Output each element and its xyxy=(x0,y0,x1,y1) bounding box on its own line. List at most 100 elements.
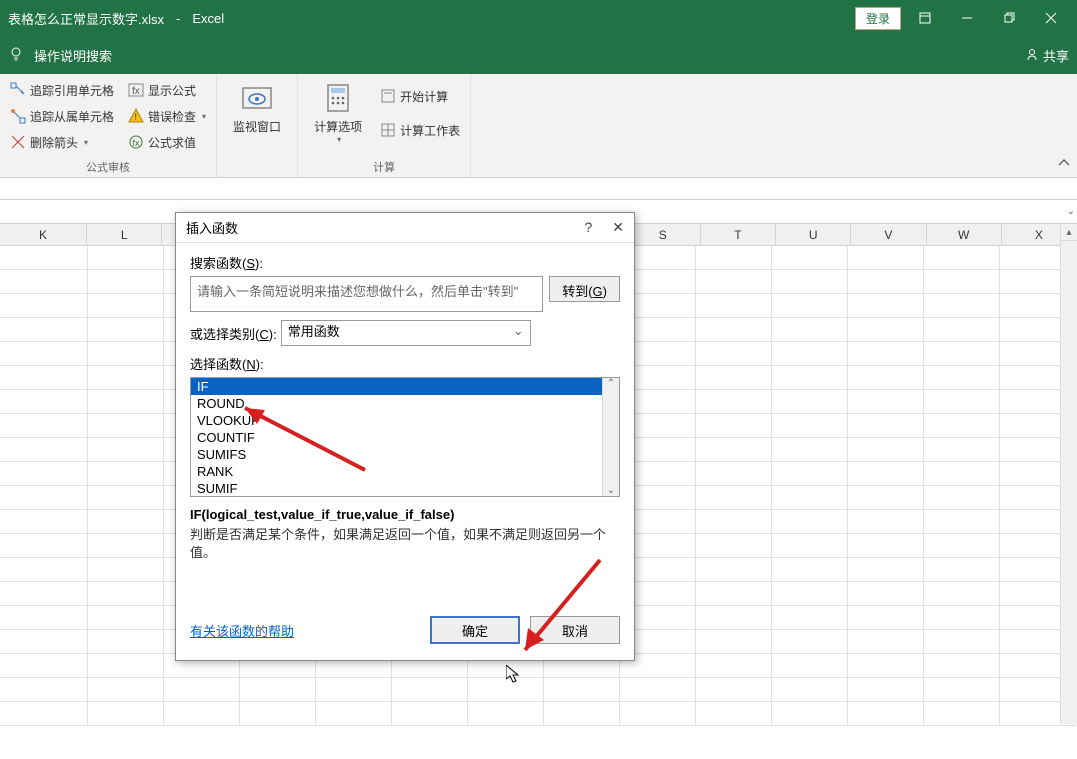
cell[interactable] xyxy=(696,294,772,318)
column-header[interactable]: K xyxy=(0,224,87,245)
cell[interactable] xyxy=(772,270,848,294)
cell[interactable] xyxy=(848,462,924,486)
function-listbox[interactable]: IF ROUND VLOOKUP COUNTIF SUMIFS RANK SUM… xyxy=(190,377,620,497)
error-checking-button[interactable]: ! 错误检查 ▾ xyxy=(124,104,210,128)
cell[interactable] xyxy=(924,702,1000,726)
cell[interactable] xyxy=(696,318,772,342)
cell[interactable] xyxy=(848,678,924,702)
cell[interactable] xyxy=(772,486,848,510)
cell[interactable] xyxy=(88,246,164,270)
cell[interactable] xyxy=(544,702,620,726)
cell[interactable] xyxy=(924,678,1000,702)
cell[interactable] xyxy=(848,438,924,462)
cell[interactable] xyxy=(924,414,1000,438)
cell[interactable] xyxy=(0,390,88,414)
cell[interactable] xyxy=(240,702,316,726)
cell[interactable] xyxy=(924,558,1000,582)
cell[interactable] xyxy=(88,702,164,726)
cell[interactable] xyxy=(0,678,88,702)
cell[interactable] xyxy=(88,318,164,342)
cell[interactable] xyxy=(848,342,924,366)
cell[interactable] xyxy=(696,246,772,270)
search-function-input[interactable]: 请输入一条简短说明来描述您想做什么，然后单击"转到" xyxy=(190,276,543,312)
cell[interactable] xyxy=(772,414,848,438)
cell[interactable] xyxy=(848,702,924,726)
login-button[interactable]: 登录 xyxy=(855,7,901,30)
cell[interactable] xyxy=(88,390,164,414)
cell[interactable] xyxy=(924,486,1000,510)
category-select[interactable]: 常用函数 xyxy=(281,320,531,346)
cell[interactable] xyxy=(696,438,772,462)
cell[interactable] xyxy=(924,270,1000,294)
cell[interactable] xyxy=(0,654,88,678)
cell[interactable] xyxy=(848,654,924,678)
cell[interactable] xyxy=(772,510,848,534)
cell[interactable] xyxy=(924,654,1000,678)
cell[interactable] xyxy=(0,342,88,366)
vertical-scrollbar[interactable]: ▴ xyxy=(1060,224,1077,724)
cell[interactable] xyxy=(88,654,164,678)
cell[interactable] xyxy=(0,558,88,582)
cell[interactable] xyxy=(772,294,848,318)
cell[interactable] xyxy=(696,558,772,582)
cell[interactable] xyxy=(924,246,1000,270)
function-list-item[interactable]: COUNTIF xyxy=(191,429,619,446)
cell[interactable] xyxy=(848,510,924,534)
cell[interactable] xyxy=(696,270,772,294)
cell[interactable] xyxy=(924,534,1000,558)
cell[interactable] xyxy=(0,702,88,726)
cell[interactable] xyxy=(696,702,772,726)
cell[interactable] xyxy=(696,606,772,630)
cell[interactable] xyxy=(772,438,848,462)
function-list-item[interactable]: RANK xyxy=(191,463,619,480)
cell[interactable] xyxy=(848,630,924,654)
cell[interactable] xyxy=(0,582,88,606)
tell-me-input[interactable]: 操作说明搜索 xyxy=(34,46,112,65)
cell[interactable] xyxy=(924,462,1000,486)
calculate-sheet-button[interactable]: 计算工作表 xyxy=(376,118,464,142)
calculation-options-button[interactable]: 计算选项 ▾ xyxy=(304,78,372,148)
go-button[interactable]: 转到(G) xyxy=(549,276,620,302)
function-list-item[interactable]: SUMIFS xyxy=(191,446,619,463)
cell[interactable] xyxy=(924,342,1000,366)
cell[interactable] xyxy=(88,294,164,318)
cell[interactable] xyxy=(88,486,164,510)
cell[interactable] xyxy=(772,342,848,366)
function-list-item[interactable]: ROUND xyxy=(191,395,619,412)
column-header[interactable]: W xyxy=(927,224,1002,245)
cell[interactable] xyxy=(924,366,1000,390)
cell[interactable] xyxy=(924,390,1000,414)
cell[interactable] xyxy=(88,414,164,438)
cell[interactable] xyxy=(88,678,164,702)
column-header[interactable]: S xyxy=(626,224,701,245)
minimize-button[interactable] xyxy=(949,4,985,32)
cell[interactable] xyxy=(848,414,924,438)
column-header[interactable]: L xyxy=(87,224,162,245)
scroll-up-button[interactable]: ▴ xyxy=(1061,224,1077,241)
cell[interactable] xyxy=(924,582,1000,606)
cell[interactable] xyxy=(0,270,88,294)
cell[interactable] xyxy=(924,318,1000,342)
column-header[interactable]: U xyxy=(776,224,851,245)
cell[interactable] xyxy=(924,438,1000,462)
share-button[interactable]: 共享 xyxy=(1025,46,1069,65)
cell[interactable] xyxy=(696,678,772,702)
column-header[interactable]: V xyxy=(851,224,926,245)
cell[interactable] xyxy=(0,246,88,270)
watch-window-button[interactable]: 监视窗口 xyxy=(223,78,291,139)
cell[interactable] xyxy=(88,342,164,366)
cell[interactable] xyxy=(848,558,924,582)
cell[interactable] xyxy=(0,318,88,342)
function-list-item[interactable]: SUMIF xyxy=(191,480,619,497)
expand-formula-bar-button[interactable]: ⌄ xyxy=(1067,206,1075,217)
cell[interactable] xyxy=(696,342,772,366)
cell[interactable] xyxy=(848,582,924,606)
cell[interactable] xyxy=(0,630,88,654)
cell[interactable] xyxy=(848,390,924,414)
cell[interactable] xyxy=(620,702,696,726)
cell[interactable] xyxy=(544,678,620,702)
ok-button[interactable]: 确定 xyxy=(430,616,520,644)
cell[interactable] xyxy=(848,366,924,390)
listbox-scrollbar[interactable]: ⌃⌄ xyxy=(602,378,619,496)
cell[interactable] xyxy=(848,318,924,342)
